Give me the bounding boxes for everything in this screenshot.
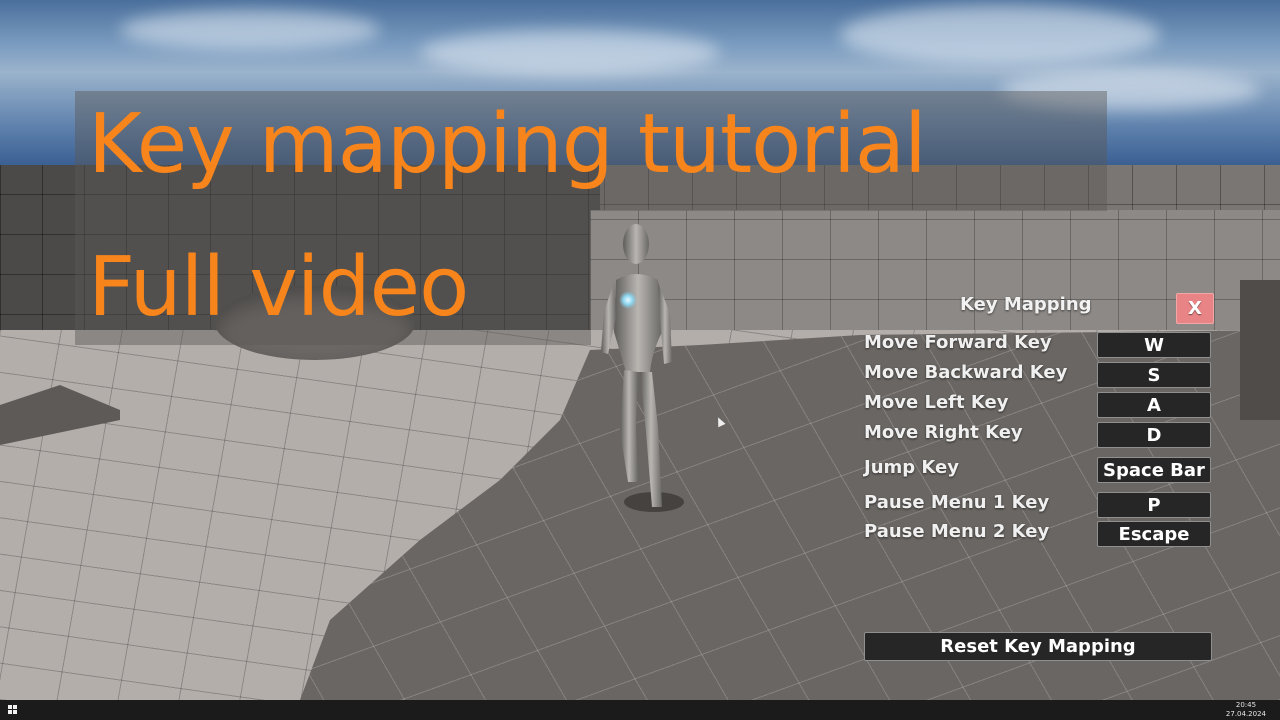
key-button-pause-menu-1[interactable]: P: [1097, 492, 1211, 518]
panel-title: Key Mapping: [960, 294, 1092, 315]
row-label-pause-menu-1: Pause Menu 1 Key: [864, 492, 1050, 513]
cloud: [420, 30, 720, 75]
clock-time: 20:45: [1235, 701, 1257, 709]
row-label-move-forward: Move Forward Key: [864, 332, 1052, 353]
row-label-move-left: Move Left Key: [864, 392, 1009, 413]
taskbar: 20:45 27.04.2024: [0, 700, 1280, 720]
windows-start-icon[interactable]: [8, 705, 17, 714]
right-pillar: [1240, 280, 1280, 420]
close-button[interactable]: X: [1176, 293, 1214, 324]
row-label-pause-menu-2: Pause Menu 2 Key: [864, 521, 1050, 542]
cloud: [120, 10, 380, 50]
overlay-title-line-1: Key mapping tutorial: [88, 97, 927, 192]
row-label-jump: Jump Key: [864, 457, 959, 478]
close-icon: X: [1188, 298, 1202, 319]
cloud: [840, 5, 1160, 65]
key-button-move-backward[interactable]: S: [1097, 362, 1211, 388]
system-clock[interactable]: 20:45 27.04.2024: [1226, 701, 1266, 719]
clock-date: 27.04.2024: [1225, 710, 1266, 718]
reset-key-mapping-button[interactable]: Reset Key Mapping: [864, 632, 1212, 661]
row-label-move-backward: Move Backward Key: [864, 362, 1068, 383]
row-label-move-right: Move Right Key: [864, 422, 1023, 443]
key-button-pause-menu-2[interactable]: Escape: [1097, 521, 1211, 547]
key-button-move-forward[interactable]: W: [1097, 332, 1211, 358]
key-button-move-left[interactable]: A: [1097, 392, 1211, 418]
key-button-jump[interactable]: Space Bar: [1097, 457, 1211, 483]
mannequin-character: [601, 224, 684, 512]
overlay-title-line-2: Full video: [88, 240, 469, 335]
key-button-move-right[interactable]: D: [1097, 422, 1211, 448]
